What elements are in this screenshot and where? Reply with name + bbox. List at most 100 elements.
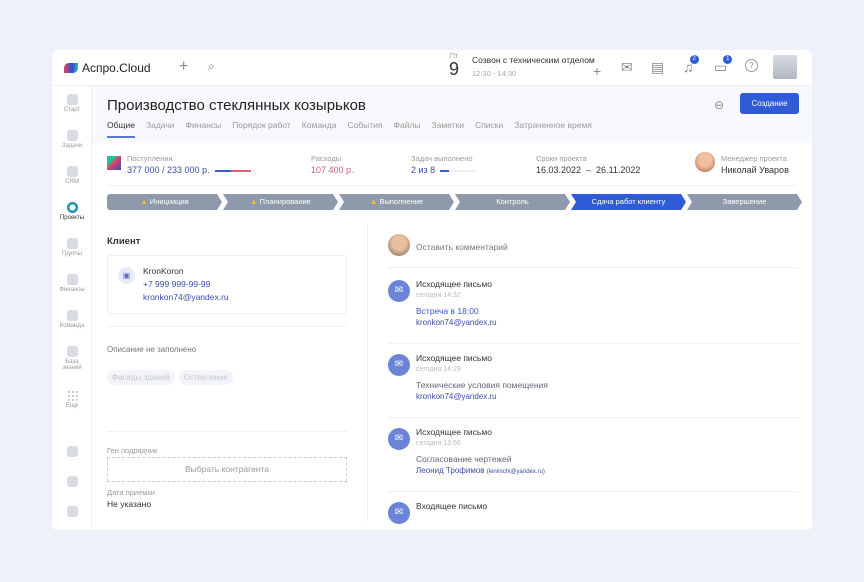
add-event-icon[interactable]: + (593, 63, 601, 79)
comment-input[interactable]: Оставить комментарий (416, 241, 508, 253)
client-name[interactable]: KronKoron (143, 265, 346, 278)
grid-icon (66, 390, 78, 401)
sidebar-item-start[interactable]: Старт (52, 94, 92, 113)
mail-icon[interactable]: ✉ (621, 59, 633, 76)
tag[interactable]: Фасады зданий (107, 370, 175, 385)
tab-0[interactable]: Общие (107, 120, 135, 138)
expense-stat: Расходы 107 400 р. (311, 154, 354, 175)
income-bar (214, 169, 251, 172)
settings-icon (66, 476, 78, 487)
stage-1[interactable]: ▲ Планирование (223, 194, 338, 210)
tab-1[interactable]: Задачи (146, 120, 175, 138)
day-number: 9 (449, 59, 460, 79)
tab-6[interactable]: Файлы (394, 120, 421, 138)
client-column: Клиент ▣ KronKoron +7 999 999-99-99 kron… (107, 222, 347, 509)
logo-icon (64, 63, 78, 73)
add-icon[interactable]: + (179, 58, 188, 76)
feed-contact[interactable]: Леонид Трофимов (416, 466, 485, 475)
stage-3[interactable]: Контроль (455, 194, 570, 210)
help-icon[interactable]: ? (745, 59, 758, 72)
finance-icon (66, 274, 78, 285)
sidebar-item-finance[interactable]: Финансы (52, 274, 92, 293)
feed-contact-email: (leninichi@yandex.ru) (486, 469, 545, 475)
tab-7[interactable]: Заметки (432, 120, 465, 138)
sidebar-item-knowledge[interactable]: База знаний (52, 346, 92, 371)
sidebar-item-projects[interactable]: Проекты (52, 202, 92, 221)
event-title: Созвон с техническим отделом (472, 55, 595, 65)
sidebar-extra-3[interactable] (52, 506, 92, 519)
client-phone[interactable]: +7 999 999-99-99 (143, 278, 346, 291)
expense-value: 107 400 р. (311, 165, 354, 175)
create-button[interactable]: Создание (740, 93, 799, 114)
comment-box[interactable]: Оставить комментарий (388, 232, 798, 268)
app-window: Аспро.Cloud + ⌕ Пт 9 Созвон с техническим… (52, 50, 812, 530)
contractor-select[interactable]: Выбрать контрагента (107, 457, 347, 482)
feed-item[interactable]: ✉ Исходящее письмо сегодня 14:32 Встреча в … (388, 278, 798, 344)
feed-contact[interactable]: kronkon74@yandex.ru (416, 392, 497, 401)
feed-item[interactable]: ✉ Входящее письмо (388, 500, 798, 530)
chat-icon[interactable]: ▭ 1 (714, 55, 733, 76)
manager-label: Менеджер проекта (721, 154, 787, 163)
sidebar-item-more[interactable]: Ещё (52, 390, 92, 409)
stage-label: Контроль (496, 197, 529, 206)
acceptance-date-value[interactable]: Не указано (107, 499, 347, 509)
search-icon[interactable]: ⌕ (208, 59, 215, 74)
upcoming-event[interactable]: Созвон с техническим отделом 12:30 - 14:3… (472, 55, 595, 78)
sidebar-label: Ещё (65, 403, 79, 409)
puzzle-icon (66, 446, 78, 457)
page-title: Производство стеклянных козырьков (107, 97, 366, 114)
tab-5[interactable]: События (347, 120, 382, 138)
feed-subject[interactable]: Согласование чертежей (416, 453, 545, 465)
sidebar-extra-1[interactable] (52, 446, 92, 459)
tab-9[interactable]: Затраченное время (514, 120, 592, 138)
tab-3[interactable]: Порядок работ (232, 120, 291, 138)
client-card[interactable]: ▣ KronKoron +7 999 999-99-99 kronkon74@y… (107, 255, 347, 314)
sidebar-extra-2[interactable] (52, 476, 92, 489)
sidebar-label: Проекты (59, 215, 85, 221)
sidebar-item-team[interactable]: Команда (52, 310, 92, 329)
feed-subject[interactable]: Технические условия помещения (416, 379, 548, 391)
feed-subject[interactable]: Встреча в 18:00 (416, 305, 497, 317)
activity-feed: Оставить комментарий ✉ Исходящее письмо се… (367, 222, 798, 524)
team-icon (66, 310, 78, 321)
contractor-label: Ген.подрядчик (107, 446, 158, 455)
bell-icon[interactable]: ♫ 2 (683, 55, 699, 75)
crm-icon (66, 166, 78, 177)
sidebar-label: Команда (59, 323, 85, 329)
user-avatar[interactable] (773, 55, 797, 79)
feed-item[interactable]: ✉ Исходящее письмо сегодня 13:56 Согласован… (388, 426, 798, 492)
logo[interactable]: Аспро.Cloud (64, 61, 151, 75)
sidebar: Старт Задачи CRM Проекты Группы Финансы … (52, 86, 92, 530)
feed-type: Входящее письмо (416, 501, 488, 511)
tab-8[interactable]: Списки (475, 120, 503, 138)
sidebar-item-crm[interactable]: CRM (52, 166, 92, 185)
expense-label: Расходы (311, 154, 342, 163)
stage-4[interactable]: Сдача работ клиенту (571, 194, 686, 210)
apps-icon (66, 506, 78, 517)
stage-5[interactable]: Завершение (687, 194, 802, 210)
stage-label: Инициация (149, 197, 189, 206)
income-value: 377 000 / 233 000 р. (127, 165, 210, 175)
tab-2[interactable]: Финансы (186, 120, 222, 138)
sidebar-item-tasks[interactable]: Задачи (52, 130, 92, 149)
tag[interactable]: Остекление (178, 370, 233, 385)
sidebar-label: CRM (65, 179, 79, 185)
notes-icon[interactable]: ▤ (651, 59, 664, 76)
client-email[interactable]: kronkon74@yandex.ru (143, 291, 346, 304)
date-display: Пт 9 (449, 53, 459, 78)
logo-text: Аспро.Cloud (82, 61, 151, 75)
feed-contact[interactable]: kronkon74@yandex.ru (416, 318, 497, 327)
tasks-stat: Задач выполнено 2 из 8 (411, 154, 477, 175)
feed-item[interactable]: ✉ Исходящее письмо сегодня 14:29 Технически… (388, 352, 798, 418)
link-icon[interactable]: ⊖ (714, 98, 724, 112)
manager-name[interactable]: Николай Уваров (721, 165, 789, 175)
stage-2[interactable]: ▲ Выполнение (339, 194, 454, 210)
sidebar-item-groups[interactable]: Группы (52, 238, 92, 257)
tasks-progress (440, 169, 477, 172)
knowledge-icon (66, 346, 78, 357)
tab-4[interactable]: Команда (302, 120, 337, 138)
project-tabs: Общие Задачи Финансы Порядок работ Команда Со… (107, 120, 592, 138)
stage-0[interactable]: ▲ Инициация (107, 194, 222, 210)
dates-label: Сроки проекта (536, 154, 587, 163)
notification-badge: 2 (689, 55, 699, 64)
